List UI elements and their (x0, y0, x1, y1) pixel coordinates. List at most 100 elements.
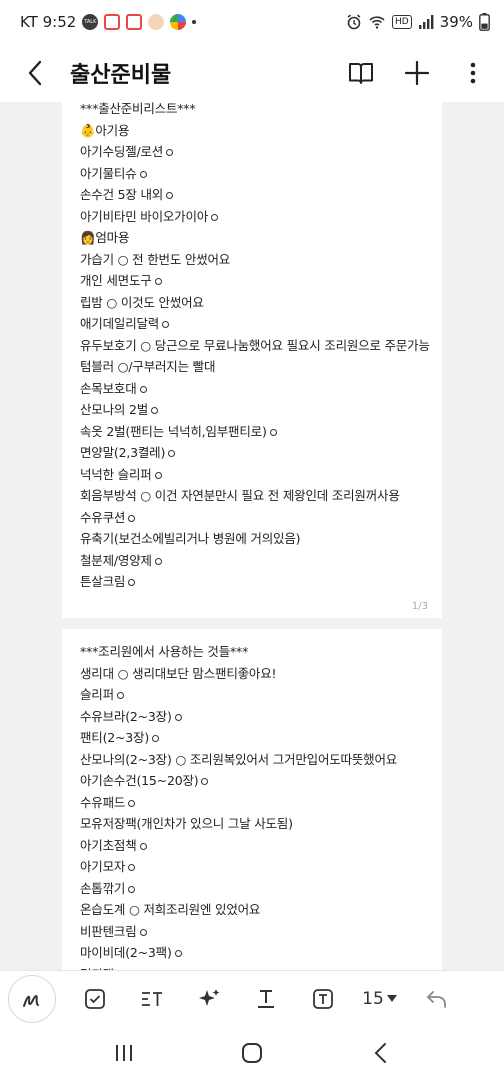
font-size-dropdown[interactable]: 15 (351, 971, 408, 1027)
note-line: 모유저장팩(개인차가 있으니 그날 사도됨) (80, 813, 424, 835)
note-line-text: 애기데일리달력 (80, 316, 160, 331)
note-line-text: ***조리원에서 사용하는 것들*** (80, 644, 249, 659)
note-line: 생리대 ○ 생리대보단 맘스팬티좋아요! (80, 663, 424, 685)
note-page-1[interactable]: ***출산준비리스트*** 👶아기용 아기수딩젤/로션 아기물티슈 손수건 5장 내외 아… (62, 102, 442, 618)
check-circle-icon (139, 170, 147, 178)
check-circle-icon (269, 428, 277, 436)
note-line-text: 유축기(보건소에빌리거나 병원에 거의있음) (80, 531, 301, 546)
note-line: 손목보호대 (80, 378, 424, 400)
check-circle-icon (128, 885, 136, 893)
alarm-icon (347, 14, 361, 30)
check-circle-icon (128, 864, 136, 871)
note-line-text: 회음부방석 ○ 이건 자연분만시 필요 전 제왕인데 조리원꺼사용 (80, 488, 400, 503)
check-circle-icon (166, 149, 174, 156)
font-size-label: 15 (362, 988, 384, 1009)
book-icon (349, 63, 373, 84)
calendar-icon (126, 14, 143, 30)
check-circle-icon (128, 799, 136, 807)
note-line: 손톱깎기 (80, 878, 424, 900)
note-line-text: 가습기 ○ 전 한번도 안썼어요 (80, 251, 231, 267)
note-line-text: 아기초점책 (80, 837, 137, 853)
home-icon (242, 1043, 262, 1063)
note-line-text: 👩엄마용 (80, 230, 130, 245)
ai-assist-button[interactable] (180, 971, 237, 1027)
note-line: 아기모자 (80, 856, 424, 878)
check-circle-icon (139, 385, 147, 393)
status-bar: KT 9:52 TALK HD 39% (0, 0, 504, 44)
text-style-button[interactable] (123, 971, 180, 1027)
text-style-icon (141, 991, 162, 1006)
note-line: 아기비타민 바이오가이아 (80, 206, 424, 228)
note-line-text: ***출산준비리스트*** (80, 102, 196, 116)
home-button[interactable] (235, 1036, 269, 1070)
signal-icon (418, 15, 434, 29)
underline-text-button[interactable] (237, 971, 294, 1027)
text-box-button[interactable] (294, 971, 351, 1027)
note-line-text: 아기물티슈 (80, 165, 137, 181)
note-line-text: 팬티(2~3장) (80, 730, 150, 745)
note-line-text: 유두보호기 ○ 당근으로 무료나눔했어요 필요시 조리원으로 주문가능 (80, 337, 430, 353)
note-line: 👶아기용 (80, 120, 424, 142)
ai-sparkle-icon (198, 988, 219, 1006)
note-line-text: 아기모자 (80, 859, 126, 874)
check-circle-icon (168, 450, 176, 457)
check-circle-icon (139, 928, 147, 936)
note-line-text: 수유쿠션 (80, 509, 126, 525)
note-line: 속옷 2벌(팬티는 넉넉히,임부팬티로) (80, 421, 424, 443)
check-circle-icon (116, 692, 124, 699)
checkbox-tool-button[interactable] (66, 971, 123, 1027)
check-circle-icon (139, 842, 147, 850)
battery-percent: 39% (439, 13, 473, 31)
note-line: 온습도계 ○ 저희조리원엔 있었어요 (80, 899, 424, 921)
wifi-call-icon (369, 16, 385, 29)
more-options-button[interactable] (456, 56, 490, 90)
reading-mode-button[interactable] (344, 56, 378, 90)
calendar-icon (104, 14, 121, 30)
note-canvas[interactable]: ***출산준비리스트*** 👶아기용 아기수딩젤/로션 아기물티슈 손수건 5장 내외 아… (0, 102, 504, 970)
note-line: 튼살크림 (80, 571, 424, 593)
check-circle-icon (201, 778, 209, 785)
note-line-text: 철분제/영양제 (80, 552, 152, 568)
check-circle-icon (154, 278, 162, 285)
plus-icon (405, 61, 429, 85)
note-line-text: 튼살크림 (80, 574, 126, 589)
note-line-text: 개인 세면도구 (80, 273, 152, 288)
page-number: 1/3 (411, 601, 428, 612)
check-circle-icon (128, 514, 136, 522)
note-line: 애기데일리달력 (80, 313, 424, 335)
checkbox-icon (84, 988, 105, 1009)
check-circle-icon (154, 557, 162, 565)
note-line-text: 수유브라(2~3장) (80, 708, 172, 724)
talk-icon: TALK (82, 14, 99, 30)
note-line: 팬티(2~3장) (80, 727, 424, 749)
underline-text-icon (257, 989, 274, 1008)
recents-icon (116, 1045, 132, 1061)
note-line: 마이비데(2~3팩) (80, 942, 424, 964)
note-line-text: 아기비타민 바이오가이아 (80, 208, 209, 224)
pen-tool-button[interactable] (8, 974, 56, 1023)
note-toolbar: 15 (0, 970, 504, 1026)
note-line: 아기물티슈 (80, 163, 424, 185)
note-line: 유두보호기 ○ 당근으로 무료나눔했어요 필요시 조리원으로 주문가능 (80, 335, 430, 357)
note-line: 텀블러 ○/구부러지는 빨대 (80, 356, 424, 378)
note-page-2[interactable]: ***조리원에서 사용하는 것들*** 생리대 ○ 생리대보단 맘스팬티좋아요! 슬… (62, 629, 442, 970)
font-size-value: 15 (362, 989, 397, 1009)
note-line-text: 텀블러 ○/구부러지는 빨대 (80, 359, 216, 374)
undo-button[interactable] (408, 971, 465, 1027)
recents-button[interactable] (107, 1036, 141, 1070)
note-line-text: 넉넉한 슬리퍼 (80, 466, 152, 482)
note-line-text: 아기손수건(15~20장) (80, 773, 199, 788)
note-line: 가습기 ○ 전 한번도 안썼어요 (80, 249, 424, 271)
note-line: ***출산준비리스트*** (80, 102, 424, 120)
system-back-button[interactable] (363, 1036, 397, 1070)
status-left: KT 9:52 TALK (20, 13, 197, 31)
note-line-text: 속옷 2벌(팬티는 넉넉히,임부팬티로) (80, 423, 267, 439)
note-line-text: 면양말(2,3켤레) (80, 445, 166, 460)
note-line: 면양말(2,3켤레) (80, 442, 424, 464)
check-circle-icon (174, 713, 182, 721)
add-button[interactable] (400, 56, 434, 90)
check-circle-icon (128, 579, 136, 586)
back-button[interactable] (18, 56, 52, 90)
check-circle-icon (154, 471, 162, 479)
note-line: 손수건 5장 내외 (80, 184, 424, 206)
